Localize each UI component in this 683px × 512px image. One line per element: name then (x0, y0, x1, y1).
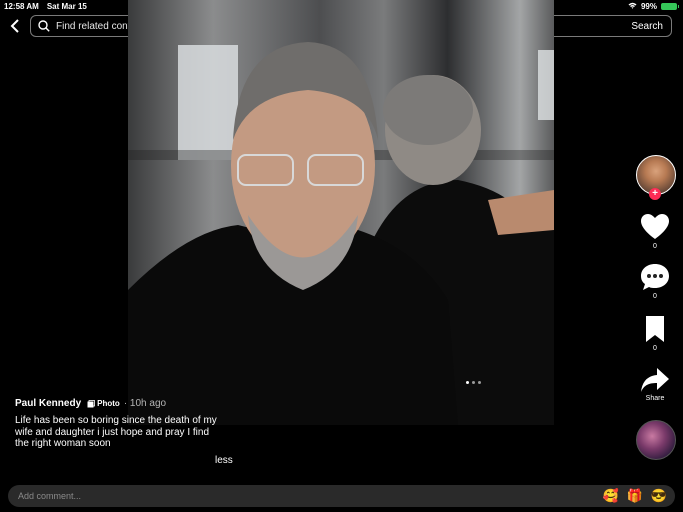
comment-button[interactable]: 0 (634, 263, 676, 300)
bookmark-icon (646, 316, 664, 342)
emoji-sunglasses[interactable]: 😎 (651, 488, 667, 504)
comment-input[interactable]: Add comment... (18, 491, 602, 501)
photo-badge: Photo (87, 399, 120, 408)
like-count: 0 (653, 243, 657, 250)
post-caption-area: Paul Kennedy Photo · 10h ago Life has be… (15, 398, 233, 466)
search-icon (38, 20, 50, 32)
less-toggle[interactable]: less (215, 455, 233, 466)
save-count: 0 (653, 345, 657, 352)
wifi-icon (628, 2, 637, 11)
battery-percent: 99% (640, 2, 657, 11)
photo-badge-label: Photo (97, 399, 120, 408)
carousel-dot[interactable] (466, 381, 469, 384)
share-button[interactable]: Share (634, 367, 676, 402)
like-button[interactable]: 0 (634, 213, 676, 250)
status-time: 12:58 AM (4, 2, 39, 11)
emoji-smiling-hearts[interactable]: 🥰 (602, 488, 618, 504)
heart-icon (641, 214, 669, 239)
back-button[interactable] (6, 16, 24, 36)
carousel-dots (466, 381, 481, 384)
comment-bar[interactable]: Add comment... 🥰 🎁 😎 (8, 485, 675, 507)
author-name[interactable]: Paul Kennedy (15, 398, 81, 409)
search-button[interactable]: Search (631, 21, 663, 32)
emoji-gift[interactable]: 🎁 (627, 488, 643, 504)
photo-illustration (128, 42, 554, 425)
follow-button[interactable]: + (649, 188, 661, 200)
save-button[interactable]: 0 (634, 315, 676, 352)
status-date: Sat Mar 15 (46, 2, 87, 11)
post-time: · 10h ago (123, 398, 167, 409)
carousel-dot[interactable] (478, 381, 481, 384)
chevron-left-icon (10, 19, 19, 33)
battery-icon (661, 3, 679, 10)
comment-count: 0 (653, 293, 657, 300)
carousel-dot[interactable] (472, 381, 475, 384)
photo-icon (87, 399, 96, 407)
post-photo[interactable] (128, 0, 554, 425)
caption-text: Life has been so boring since the death … (15, 415, 217, 449)
music-disc[interactable] (636, 420, 676, 460)
author-line: Paul Kennedy Photo · 10h ago (15, 398, 225, 409)
share-label: Share (645, 395, 665, 402)
comment-icon (641, 264, 669, 290)
share-arrow-icon (641, 368, 669, 392)
